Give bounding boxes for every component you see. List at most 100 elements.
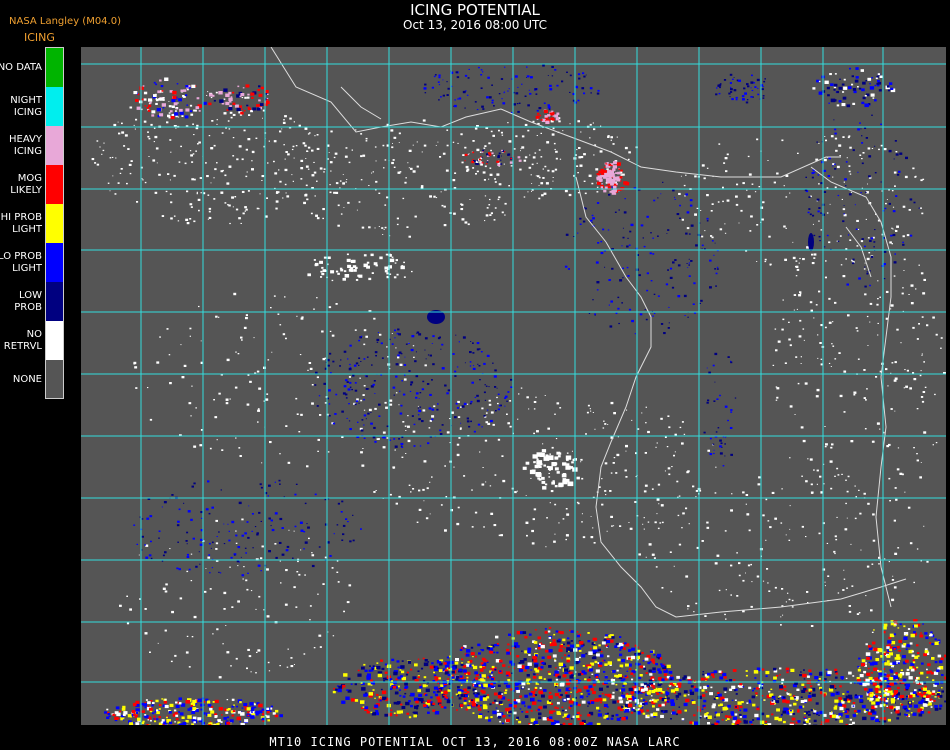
icing-pixel (783, 225, 786, 228)
icing-pixel (237, 711, 242, 714)
icing-pixel (167, 114, 171, 118)
icing-pixel (502, 664, 506, 667)
icing-pixel (864, 262, 866, 264)
icing-pixel (755, 695, 758, 697)
icing-pixel (617, 436, 619, 438)
icing-pixel (544, 631, 548, 634)
icing-pixel (665, 283, 669, 286)
icing-pixel (850, 191, 853, 193)
icing-pixel (364, 669, 368, 673)
icing-pixel (268, 670, 271, 672)
icing-pixel (921, 354, 923, 356)
icing-map[interactable] (81, 47, 946, 725)
icing-pixel (360, 399, 363, 402)
icing-pixel (828, 321, 832, 324)
icing-pixel (910, 284, 914, 287)
icing-pixel (548, 476, 551, 478)
icing-pixel (685, 507, 688, 510)
icing-pixel (309, 619, 311, 621)
icing-pixel (466, 170, 469, 172)
icing-pixel (460, 663, 464, 666)
icing-pixel (185, 651, 189, 654)
icing-pixel (577, 73, 581, 76)
icing-pixel (610, 472, 613, 474)
icing-pixel (865, 595, 867, 597)
icing-pixel (510, 157, 513, 160)
icing-pixel (363, 254, 367, 257)
icing-pixel (354, 389, 358, 392)
icing-pixel (614, 211, 617, 213)
icing-pixel (195, 407, 197, 409)
icing-pixel (241, 190, 245, 193)
icing-pixel (751, 724, 754, 725)
icing-pixel (655, 663, 658, 666)
icing-pixel (742, 491, 745, 494)
icing-pixel (250, 715, 255, 719)
icing-pixel (275, 556, 278, 559)
icing-pixel (150, 123, 153, 126)
icing-pixel (621, 659, 626, 663)
icing-pixel (670, 718, 672, 720)
icing-pixel (600, 172, 605, 175)
icing-pixel (909, 234, 913, 237)
icing-pixel (158, 708, 161, 710)
icing-pixel (612, 462, 615, 464)
icing-pixel (507, 391, 510, 393)
icing-pixel (536, 458, 539, 461)
icing-pixel (353, 269, 357, 272)
icing-pixel (175, 718, 179, 721)
icing-pixel (225, 402, 229, 405)
icing-pixel (258, 387, 262, 390)
icing-pixel (585, 74, 587, 76)
icing-pixel (178, 702, 182, 705)
icing-pixel (398, 352, 400, 353)
icing-pixel (216, 536, 218, 537)
icing-pixel (864, 103, 869, 108)
icing-pixel (185, 85, 189, 88)
icing-pixel (565, 534, 569, 537)
icing-pixel (240, 722, 245, 725)
icing-pixel (558, 522, 560, 524)
icing-pixel (397, 171, 401, 174)
icing-pixel (487, 694, 489, 696)
icing-pixel (564, 665, 567, 668)
icing-pixel (538, 197, 541, 200)
icing-pixel (709, 692, 713, 696)
icing-pixel (571, 718, 573, 720)
icing-pixel (413, 445, 416, 447)
icing-pixel (233, 704, 235, 706)
icing-pixel (528, 692, 533, 696)
icing-pixel (920, 396, 924, 398)
icing-pixel (362, 448, 364, 449)
icing-pixel (587, 640, 591, 643)
icing-pixel (808, 208, 811, 210)
icing-pixel (668, 473, 671, 476)
icing-pixel (722, 465, 725, 467)
icing-pixel (667, 229, 670, 231)
icing-pixel (501, 211, 504, 214)
icing-pixel (808, 692, 811, 695)
icing-pixel (541, 661, 545, 665)
icing-pixel (422, 657, 425, 660)
icing-pixel (137, 717, 142, 721)
icing-pixel (593, 646, 598, 650)
icing-pixel (864, 127, 867, 129)
icing-pixel (405, 673, 409, 676)
icing-pixel (616, 717, 621, 721)
icing-pixel (486, 409, 489, 411)
icing-pixel (141, 98, 144, 101)
icing-pixel (566, 641, 571, 645)
icing-pixel (237, 565, 239, 567)
icing-pixel (339, 365, 341, 367)
icing-pixel (564, 189, 568, 193)
icing-pixel (464, 362, 466, 364)
icing-pixel (762, 580, 765, 582)
icing-pixel (864, 285, 867, 288)
icing-pixel (514, 103, 516, 106)
icing-pixel (498, 129, 500, 132)
icing-pixel (905, 385, 908, 388)
icing-pixel (343, 610, 345, 613)
icing-pixel (323, 382, 326, 385)
icing-pixel (187, 510, 191, 513)
icing-pixel (296, 315, 298, 317)
